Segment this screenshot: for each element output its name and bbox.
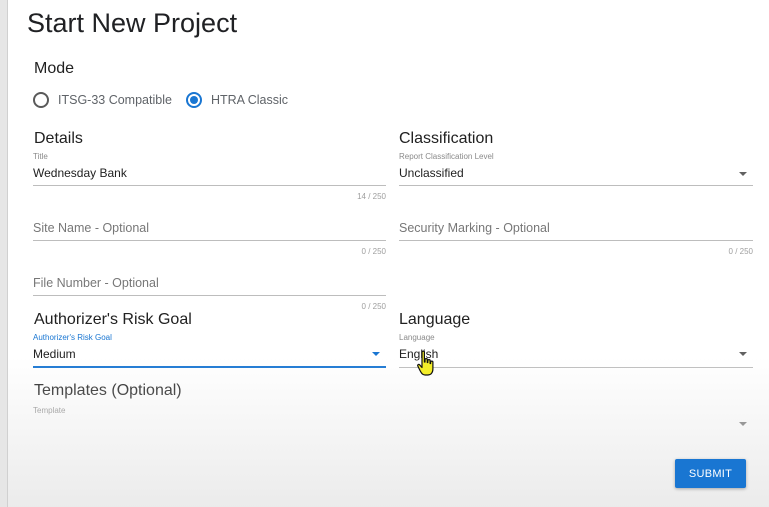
mode-heading: Mode [34, 60, 75, 77]
language-heading: Language [399, 311, 471, 328]
template-label: Template [33, 406, 66, 415]
site-name-field[interactable]: Site Name - Optional [33, 215, 386, 241]
chevron-down-icon[interactable] [739, 172, 747, 176]
mode-option-htra-radio[interactable] [185, 92, 202, 108]
language-label: Language [399, 333, 435, 342]
title-field[interactable]: Title Wednesday Bank [33, 150, 386, 186]
chevron-down-icon[interactable] [739, 422, 747, 426]
hand-pointer-icon [417, 350, 434, 376]
title-char-counter: 14 / 250 [357, 192, 386, 201]
language-select[interactable]: Language English [399, 331, 753, 368]
chevron-down-icon[interactable] [739, 352, 747, 356]
file-number-field[interactable]: File Number - Optional [33, 270, 386, 296]
mode-option-itsg33-radio[interactable] [33, 92, 49, 108]
risk-goal-select[interactable]: Authorizer's Risk Goal Medium [33, 331, 386, 368]
classification-level-label: Report Classification Level [399, 152, 494, 161]
security-marking-char-counter: 0 / 250 [728, 247, 753, 256]
classification-level-select[interactable]: Report Classification Level Unclassified [399, 150, 753, 186]
file-number-placeholder: File Number - Optional [33, 276, 159, 290]
templates-heading: Templates (Optional) [34, 382, 182, 399]
details-heading: Details [34, 130, 83, 147]
mode-option-htra-label[interactable]: HTRA Classic [211, 93, 288, 107]
security-marking-placeholder: Security Marking - Optional [399, 221, 550, 235]
page-title: Start New Project [27, 8, 238, 38]
classification-level-value: Unclassified [399, 166, 464, 180]
mode-option-itsg33-label[interactable]: ITSG-33 Compatible [58, 93, 172, 107]
title-field-label: Title [33, 152, 48, 161]
file-number-char-counter: 0 / 250 [361, 302, 386, 311]
site-name-placeholder: Site Name - Optional [33, 221, 150, 235]
mode-radio-group: ITSG-33 Compatible HTRA Classic [33, 92, 302, 108]
window-left-edge [0, 0, 8, 507]
chevron-down-icon[interactable] [372, 352, 380, 356]
classification-heading: Classification [399, 130, 494, 147]
risk-goal-value: Medium [33, 347, 76, 361]
site-name-char-counter: 0 / 250 [361, 247, 386, 256]
security-marking-field[interactable]: Security Marking - Optional [399, 215, 753, 241]
risk-goal-heading: Authorizer's Risk Goal [34, 311, 192, 328]
title-field-value[interactable]: Wednesday Bank [33, 166, 127, 180]
risk-goal-label: Authorizer's Risk Goal [33, 333, 112, 342]
template-select[interactable]: Template [33, 402, 753, 436]
submit-button[interactable]: SUBMIT [675, 459, 746, 488]
